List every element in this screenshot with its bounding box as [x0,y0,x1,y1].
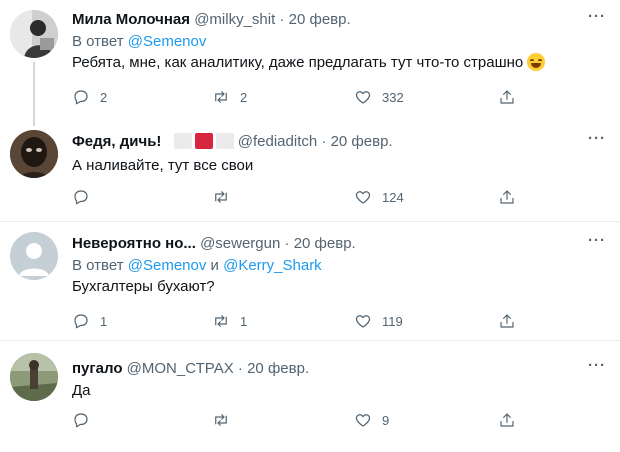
like-count: 332 [382,89,404,105]
share-button[interactable] [498,88,516,106]
ellipsis-icon[interactable]: ··· [588,8,606,25]
reply-button[interactable]: 1 [72,312,107,330]
reply-mention-2[interactable]: @Kerry_Shark [223,257,322,274]
tweet-1[interactable]: Мила Молочная @milky_shit · 20 февр. ···… [0,0,620,124]
separator: · [284,235,290,252]
author-handle[interactable]: @MON_СТРАХ [127,360,234,377]
like-button[interactable]: 124 [354,188,404,206]
retweet-button[interactable]: 2 [212,88,247,106]
tweet-text: Ребята, мне, как аналитику, даже предлаг… [72,54,524,71]
avatar-photo [10,353,58,401]
share-icon [500,190,514,204]
avatar-photo [10,10,58,58]
share-button[interactable] [498,312,516,330]
author-handle[interactable]: @milky_shit [194,11,275,28]
tweet-text: Да [72,382,91,399]
reply-button[interactable] [72,411,100,429]
retweet-icon [215,91,227,103]
thread-line [33,62,35,124]
reply-count: 2 [100,89,108,105]
like-count: 124 [382,189,404,205]
retweet-count: 2 [240,89,248,105]
heart-icon [355,91,371,104]
separator: · [279,11,285,28]
retweet-button[interactable]: 1 [212,312,247,330]
tweet-date[interactable]: 20 февр. [289,11,351,28]
avatar[interactable] [10,232,58,280]
avatar-photo [10,130,58,178]
reply-icon [74,190,88,205]
tweet-text: Бухгалтеры бухают? [72,278,215,295]
tweet-date[interactable]: 20 февр. [294,235,356,252]
flag-badge-part [194,133,213,149]
flag-badge-part [173,133,192,149]
share-icon [500,90,514,104]
avatar[interactable] [10,353,58,401]
reply-icon [74,314,88,329]
avatar[interactable] [10,130,58,178]
tweet-date[interactable]: 20 февр. [247,360,309,377]
like-button[interactable]: 9 [354,411,389,429]
retweet-icon [215,414,227,426]
share-icon [500,413,514,427]
like-count: 9 [382,412,390,428]
tweet-2[interactable]: Федя, дичь! @fediaditch · 20 февр. ··· А… [0,120,620,220]
author-handle[interactable]: @fediaditch [238,133,317,150]
tweet-4[interactable]: пугало @MON_СТРАХ · 20 февр. ··· Да 9 [0,341,620,452]
reply-mention[interactable]: @Semenov [128,33,207,50]
reply-icon [74,90,88,105]
author-handle[interactable]: @sewergun [200,235,280,252]
share-button[interactable] [498,411,516,429]
reply-button[interactable] [72,188,100,206]
reply-and: и [210,257,219,274]
author-name[interactable]: пугало [72,360,123,377]
tweet-3[interactable]: Невероятно но... @sewergun · 20 февр. ··… [0,222,620,340]
reply-button[interactable]: 2 [72,88,107,106]
avatar[interactable] [10,10,58,58]
reply-prefix: В ответ [72,257,124,274]
ellipsis-icon[interactable]: ··· [588,232,606,249]
separator: · [237,360,243,377]
retweet-button[interactable] [212,411,240,429]
heart-icon [355,315,371,328]
ellipsis-icon[interactable]: ··· [588,357,606,374]
tweet-date[interactable]: 20 февр. [331,133,393,150]
ellipsis-icon[interactable]: ··· [588,130,606,147]
share-button[interactable] [498,188,516,206]
author-name[interactable]: Невероятно но... [72,235,196,252]
reply-count: 1 [100,313,108,329]
reply-mention[interactable]: @Semenov [128,257,207,274]
tweet-text: А наливайте, тут все свои [72,157,254,174]
like-count: 119 [382,313,403,329]
thread-line [33,120,35,126]
like-button[interactable]: 119 [354,312,403,330]
retweet-button[interactable] [212,188,240,206]
separator: · [321,133,327,150]
retweet-count: 1 [240,313,248,329]
reply-prefix: В ответ [72,33,124,50]
heart-icon [355,191,371,204]
face-with-tears-of-joy-icon [527,53,546,71]
like-button[interactable]: 332 [354,88,404,106]
flag-badge-part [215,133,234,149]
author-name[interactable]: Мила Молочная [72,11,190,28]
default-avatar-icon [10,232,58,280]
share-icon [500,314,514,328]
retweet-icon [215,191,227,203]
retweet-icon [215,315,227,327]
reply-icon [74,413,88,428]
author-name[interactable]: Федя, дичь! [72,133,161,150]
heart-icon [355,414,371,427]
